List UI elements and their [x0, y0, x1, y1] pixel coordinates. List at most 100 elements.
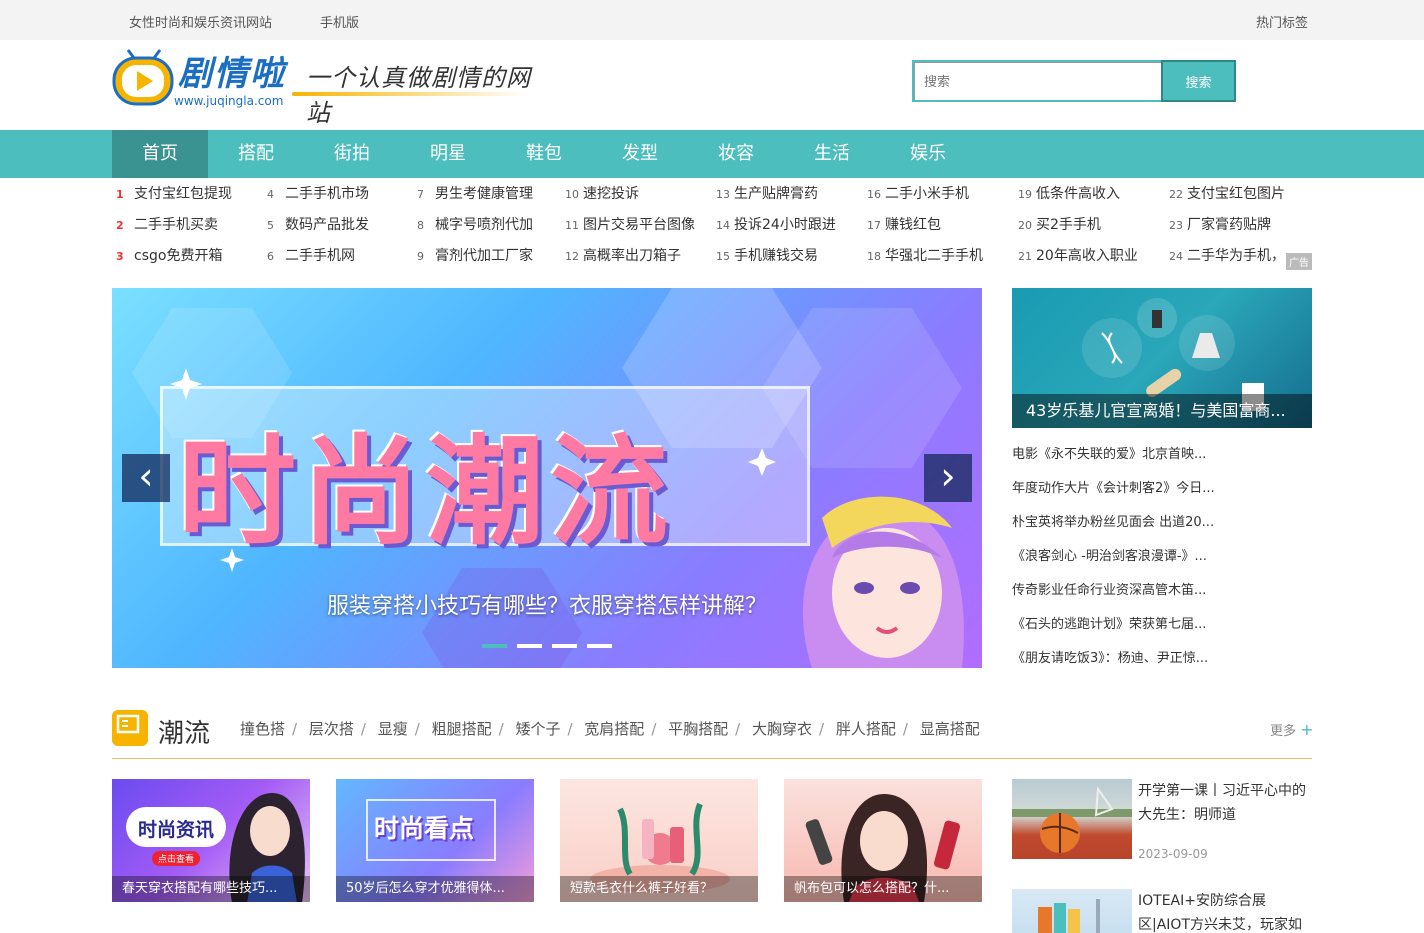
section-tag-link[interactable]: 大胸穿衣 — [752, 720, 812, 738]
hot-item[interactable]: 13 生产贴牌膏药 — [716, 183, 818, 203]
card-label: 时尚资讯 — [138, 819, 215, 841]
logo-title: 剧情啦 — [178, 54, 286, 94]
carousel-dot[interactable] — [482, 644, 507, 648]
tv-logo-icon — [112, 49, 174, 106]
hot-item[interactable]: 9 膏剂代加工厂家 — [417, 245, 533, 265]
news-item[interactable]: 年度动作大片《会计刺客2》今日... — [1012, 476, 1312, 510]
card-caption: 帆布包可以怎么搭配？什... — [784, 876, 982, 902]
carousel-dot[interactable] — [587, 644, 612, 648]
search-button[interactable]: 搜索 — [1161, 60, 1236, 102]
news-list: 电影《永不失联的爱》北京首映... 年度动作大片《会计刺客2》今日... 朴宝英… — [1012, 442, 1312, 680]
nav-item-matching[interactable]: 搭配 — [208, 130, 304, 178]
hot-item[interactable]: 3 csgo免费开箱 — [116, 245, 222, 265]
hot-item[interactable]: 24 二手华为手机， — [1169, 245, 1285, 265]
side-article-title: IOTEAI+安防综合展区|AIOT方兴未艾，玩家如 — [1138, 893, 1302, 933]
carousel-girl-illustration — [802, 496, 964, 668]
featured-news-caption: 43岁乐基儿官宣离婚！与美国富商... — [1012, 394, 1312, 428]
side-article-thumbnail — [1012, 779, 1132, 859]
hot-item[interactable]: 21 20年高收入职业 — [1018, 245, 1138, 265]
news-item[interactable]: 《石头的逃跑计划》荣获第七届... — [1012, 612, 1312, 646]
nav-item-street-snap[interactable]: 街拍 — [304, 130, 400, 178]
card-caption: 短款毛衣什么裤子好看？ — [560, 876, 758, 902]
news-item[interactable]: 传奇影业任命行业资深高管木笛... — [1012, 578, 1312, 612]
hot-item[interactable]: 10 速挖投诉 — [565, 183, 639, 203]
section-tag-link[interactable]: 胖人搭配 — [836, 720, 896, 738]
card-caption: 50岁后怎么穿才优雅得体... — [336, 876, 534, 902]
search-input[interactable] — [912, 60, 1162, 102]
section-tag-links: 撞色搭 / 层次搭 / 显瘦 / 粗腿搭配 / 矮个子 / 宽肩搭配 / 平胸搭配 / 大胸穿… — [240, 720, 980, 738]
news-item[interactable]: 朴宝英将举办粉丝见面会 出道20... — [1012, 510, 1312, 544]
side-article-title: 开学第一课丨习近平心中的大先生：明师道 — [1138, 783, 1306, 823]
section-tag-link[interactable]: 平胸搭配 — [668, 720, 728, 738]
site-logo[interactable]: 剧情啦 www.juqingla.com 一个认真做剧情的网站 — [112, 40, 532, 127]
article-card[interactable]: 帆布包可以怎么搭配？什... — [784, 779, 982, 902]
side-article-thumbnail — [1012, 889, 1132, 933]
main-nav: 首页 搭配 街拍 明星 鞋包 发型 妆容 生活 娱乐 — [0, 130, 1424, 178]
news-item[interactable]: 《浪客剑心 -明治剑客浪漫谭-》... — [1012, 544, 1312, 578]
article-card[interactable]: 时尚看点 50岁后怎么穿才优雅得体... — [336, 779, 534, 902]
logo-url: www.juqingla.com — [174, 94, 284, 108]
section-tag-link[interactable]: 粗腿搭配 — [432, 720, 492, 738]
side-article[interactable]: IOTEAI+安防综合展区|AIOT方兴未艾，玩家如 — [1012, 889, 1312, 933]
nav-item-shoes-bags[interactable]: 鞋包 — [496, 130, 592, 178]
carousel-banner-text: 时尚潮流 — [178, 423, 675, 561]
hot-item[interactable]: 14 投诉24小时跟进 — [716, 214, 836, 234]
hot-item[interactable]: 8 械字号喷剂代加 — [417, 214, 533, 234]
nav-item-home[interactable]: 首页 — [112, 130, 208, 178]
hot-item[interactable]: 5 数码产品批发 — [267, 214, 369, 234]
section-tag-link[interactable]: 撞色搭 — [240, 720, 285, 738]
hot-item[interactable]: 12 高概率出刀箱子 — [565, 245, 681, 265]
logo-swoosh — [292, 92, 528, 96]
hot-search-list: 1 支付宝红包提现 2 二手手机买卖 3 csgo免费开箱 4 二手手机市场 5 数码产品… — [112, 178, 1312, 278]
side-article[interactable]: 开学第一课丨习近平心中的大先生：明师道 2023-09-09 — [1012, 779, 1312, 869]
hot-item[interactable]: 22 支付宝红包图片 — [1169, 183, 1285, 203]
ad-badge: 广告 — [1286, 253, 1312, 270]
hot-item[interactable]: 16 二手小米手机 — [867, 183, 969, 203]
section-tag-link[interactable]: 显瘦 — [378, 720, 408, 738]
article-card[interactable]: 短款毛衣什么裤子好看？ — [560, 779, 758, 902]
hot-item[interactable]: 7 男生考健康管理 — [417, 183, 533, 203]
side-article-date: 2023-09-09 — [1138, 847, 1208, 861]
nav-item-celebrity[interactable]: 明星 — [400, 130, 496, 178]
section-tag-link[interactable]: 显高搭配 — [920, 720, 980, 738]
hot-tags-link[interactable]: 热门标签 — [1256, 12, 1308, 31]
hero-carousel[interactable]: 时尚潮流 服装穿搭小技巧有哪些？衣服穿搭怎样讲解？ ‹ › — [112, 288, 982, 668]
top-bar: 女性时尚和娱乐资讯网站 手机版 热门标签 — [0, 0, 1424, 40]
site-description-link[interactable]: 女性时尚和娱乐资讯网站 — [129, 12, 272, 31]
nav-item-hairstyle[interactable]: 发型 — [592, 130, 688, 178]
carousel-caption[interactable]: 服装穿搭小技巧有哪些？衣服穿搭怎样讲解？ — [112, 588, 982, 620]
hot-item[interactable]: 18 华强北二手手机 — [867, 245, 983, 265]
carousel-dot[interactable] — [517, 644, 542, 648]
hot-item[interactable]: 15 手机赚钱交易 — [716, 245, 818, 265]
section-title: 潮流 — [158, 719, 211, 749]
article-card[interactable]: 时尚资讯 点击查看 春天穿衣搭配有哪些技巧... — [112, 779, 310, 902]
nav-item-life[interactable]: 生活 — [784, 130, 880, 178]
carousel-dot[interactable] — [552, 644, 577, 648]
hot-item[interactable]: 2 二手手机买卖 — [116, 214, 218, 234]
nav-item-makeup[interactable]: 妆容 — [688, 130, 784, 178]
section-divider — [112, 758, 1312, 759]
section-more-link[interactable]: 更多 + — [1270, 720, 1314, 739]
carousel-prev-button[interactable]: ‹ — [122, 454, 170, 502]
section-tag-link[interactable]: 宽肩搭配 — [584, 720, 644, 738]
hot-item[interactable]: 20 买2手手机 — [1018, 214, 1101, 234]
hot-item[interactable]: 6 二手手机网 — [267, 245, 355, 265]
hot-item[interactable]: 23 厂家膏药贴牌 — [1169, 214, 1271, 234]
section-tag-link[interactable]: 矮个子 — [515, 720, 560, 738]
news-item[interactable]: 《朋友请吃饭3》：杨迪、尹正惊... — [1012, 646, 1312, 680]
news-item[interactable]: 电影《永不失联的爱》北京首映... — [1012, 442, 1312, 476]
hot-item[interactable]: 1 支付宝红包提现 — [116, 183, 232, 203]
mobile-version-link[interactable]: 手机版 — [320, 12, 359, 31]
card-label: 时尚看点 — [374, 814, 475, 843]
section-tag-link[interactable]: 层次搭 — [309, 720, 354, 738]
featured-news[interactable]: 43岁乐基儿官宣离婚！与美国富商... — [1012, 288, 1312, 428]
card-sub-label: 点击查看 — [152, 851, 201, 866]
hot-item[interactable]: 19 低条件高收入 — [1018, 183, 1120, 203]
hot-item[interactable]: 17 赚钱红包 — [867, 214, 941, 234]
hot-item[interactable]: 4 二手手机市场 — [267, 183, 369, 203]
plus-icon: + — [1300, 720, 1314, 739]
carousel-next-button[interactable]: › — [924, 454, 972, 502]
card-caption: 春天穿衣搭配有哪些技巧... — [112, 876, 310, 902]
hot-item[interactable]: 11 图片交易平台图像 — [565, 214, 695, 234]
nav-item-entertainment[interactable]: 娱乐 — [880, 130, 976, 178]
